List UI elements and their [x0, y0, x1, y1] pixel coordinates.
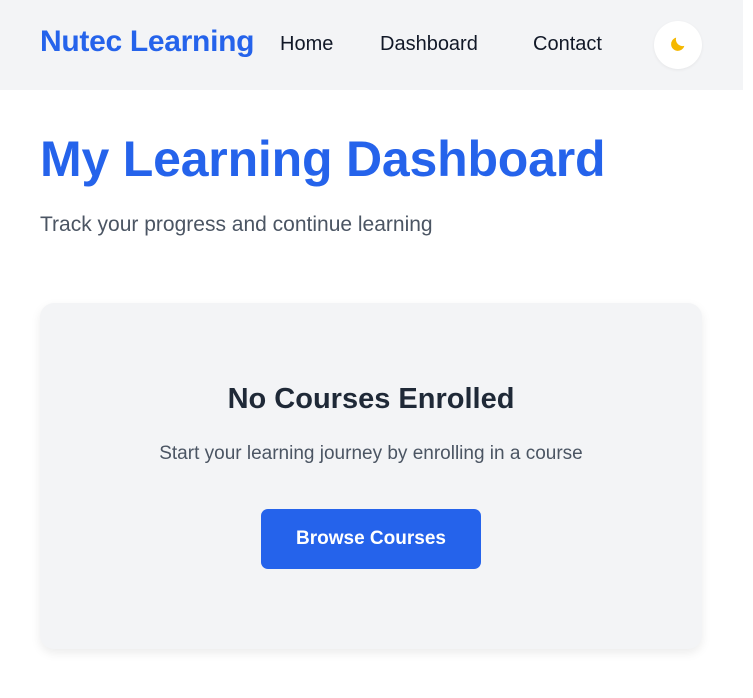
page-subtitle: Track your progress and continue learnin… — [40, 213, 433, 236]
nav-link-dashboard[interactable]: Dashboard — [380, 33, 478, 56]
empty-state-card: No Courses Enrolled Start your learning … — [40, 303, 702, 649]
theme-toggle-button[interactable] — [654, 21, 702, 69]
nav-link-contact[interactable]: Contact — [533, 33, 602, 56]
page-title: My Learning Dashboard — [40, 131, 606, 187]
browse-courses-button[interactable]: Browse Courses — [261, 509, 481, 569]
brand-logo[interactable]: Nutec Learning — [40, 25, 254, 59]
empty-state-title: No Courses Enrolled — [227, 383, 515, 415]
site-header: Nutec Learning Home Dashboard Contact — [0, 0, 743, 90]
nav-link-home[interactable]: Home — [280, 33, 333, 56]
empty-state-message: Start your learning journey by enrolling… — [159, 443, 583, 464]
moon-icon — [669, 35, 687, 56]
